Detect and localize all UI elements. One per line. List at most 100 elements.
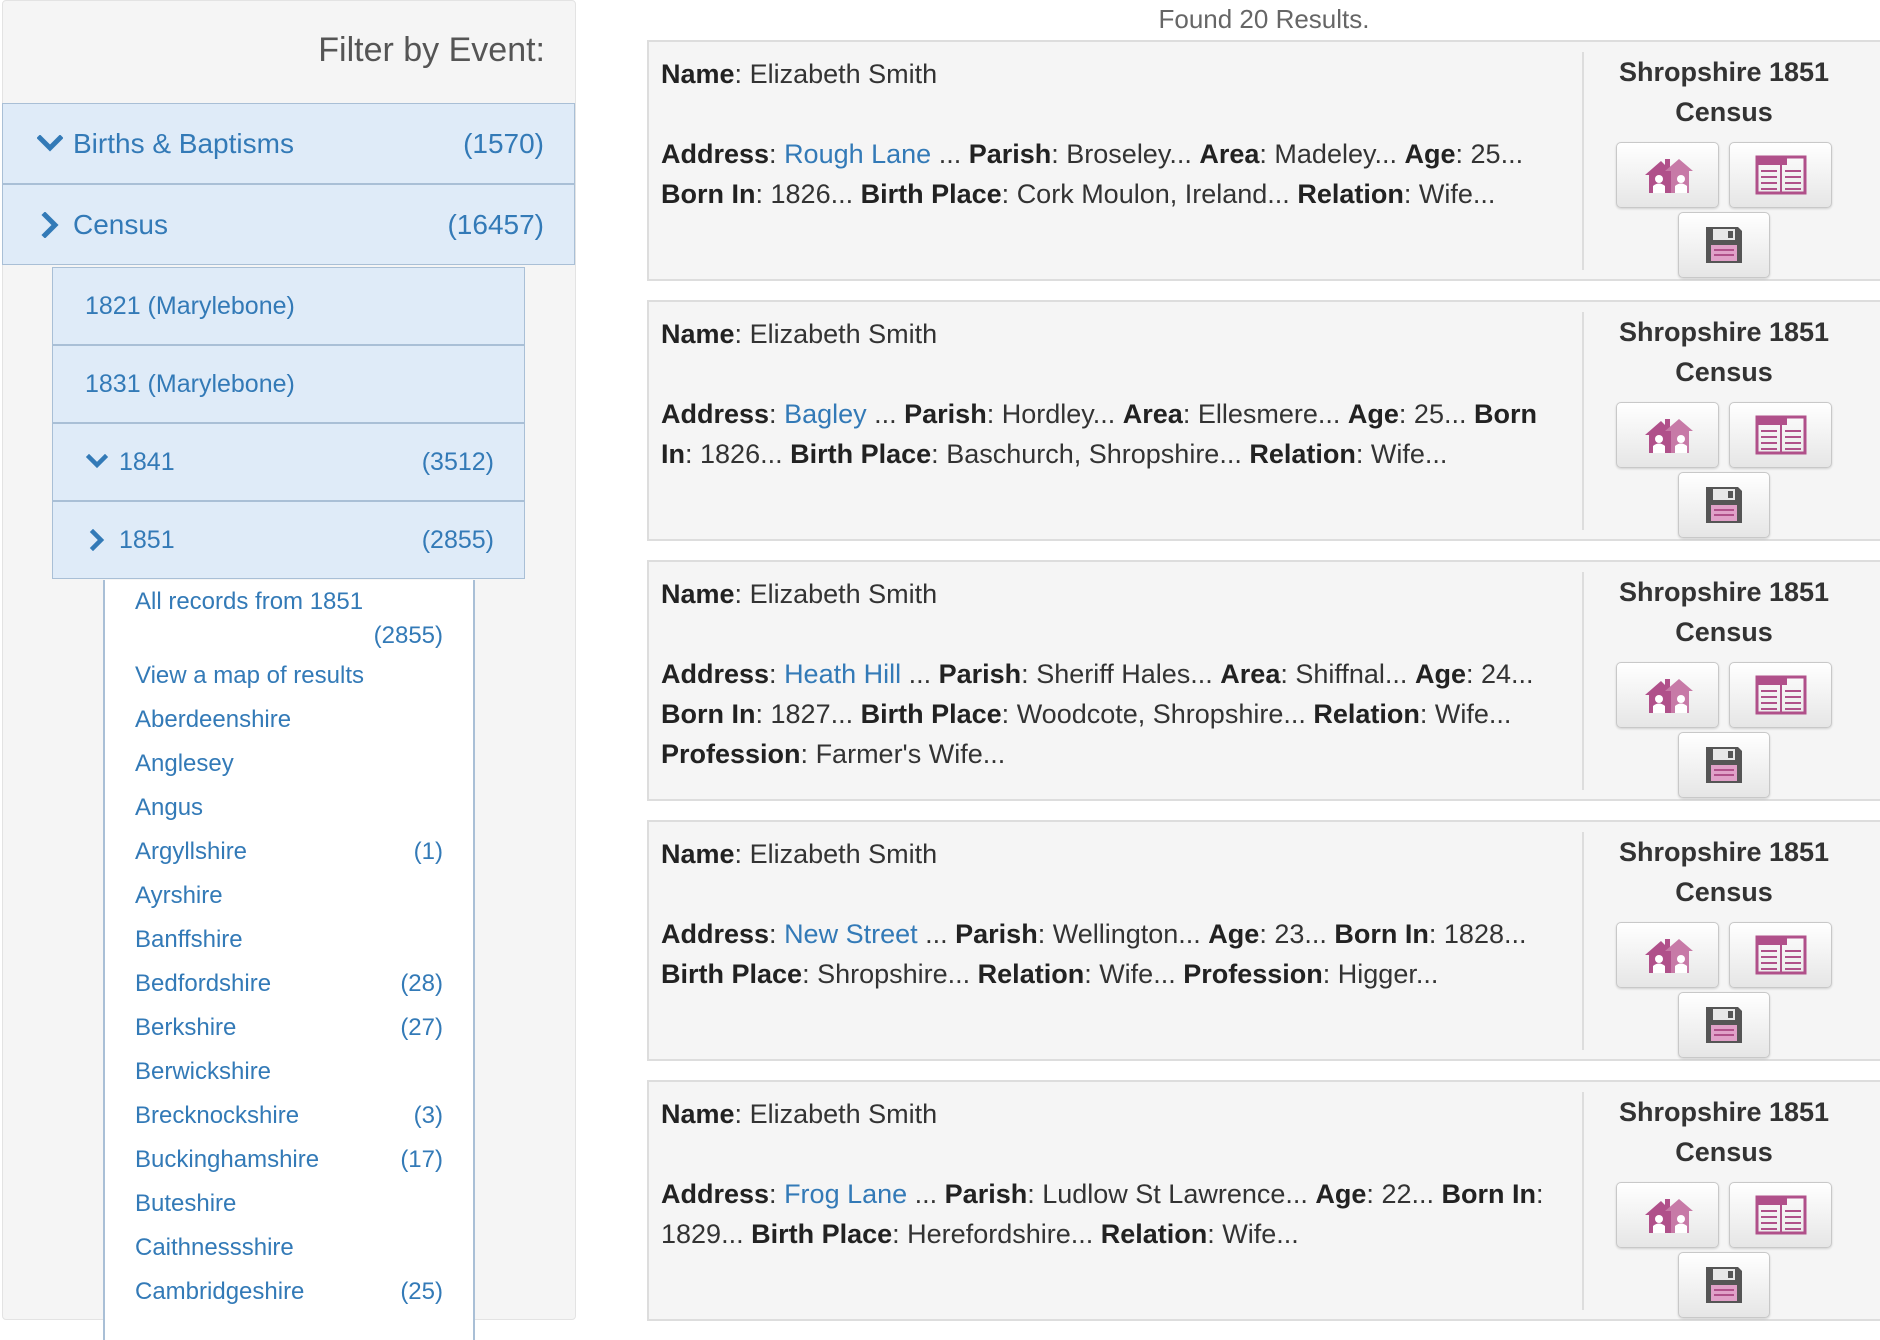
county-item[interactable]: Angus <box>105 786 473 830</box>
county-item[interactable]: Berkshire (27) <box>105 1006 473 1050</box>
view-household-button[interactable] <box>1616 922 1719 988</box>
county-item[interactable]: Ayrshire <box>105 874 473 918</box>
field-label: Relation <box>1100 1219 1208 1249</box>
census-1841[interactable]: 1841 (3512) <box>52 423 525 501</box>
field-value: Sheriff Hales... <box>1036 659 1213 689</box>
field-label: Address <box>661 659 770 689</box>
county-label: Aberdeenshire <box>135 706 292 733</box>
save-record-button[interactable] <box>1678 472 1770 538</box>
field-label: Parish <box>904 399 987 429</box>
census-label: 1821 (Marylebone) <box>85 291 295 320</box>
map-results-link[interactable]: View a map of results <box>105 654 473 698</box>
save-record-button[interactable] <box>1678 732 1770 798</box>
field-label: Born In <box>661 179 756 209</box>
county-item[interactable]: Caithnessshire <box>105 1226 473 1270</box>
county-label: Anglesey <box>135 750 234 777</box>
result-card: Name: Elizabeth Smith Address: New Stree… <box>647 820 1880 1061</box>
field-value: 25... <box>1470 139 1524 169</box>
save-icon <box>1706 747 1742 783</box>
census-1851[interactable]: 1851 (2855) <box>52 501 525 579</box>
record-source: Shropshire 1851 Census <box>1604 52 1844 278</box>
view-transcript-button[interactable] <box>1729 1182 1832 1248</box>
field-value: Shropshire... <box>817 959 971 989</box>
result-name: Elizabeth Smith <box>749 1099 938 1129</box>
source-title-line2: Census <box>1675 877 1773 907</box>
address-link[interactable]: Heath Hill <box>784 659 901 689</box>
county-item[interactable]: Brecknockshire (3) <box>105 1094 473 1138</box>
field-label: Birth Place <box>860 699 1002 729</box>
county-item[interactable]: Argyllshire (1) <box>105 830 473 874</box>
result-fields: Address: New Street ... Parish: Wellingt… <box>661 919 1527 989</box>
save-record-button[interactable] <box>1678 1252 1770 1318</box>
field-label: Parish <box>968 139 1052 169</box>
field-value: Cork Moulon, Ireland... <box>1016 179 1290 209</box>
transcript-icon <box>1755 935 1806 975</box>
view-household-button[interactable] <box>1616 1182 1719 1248</box>
address-link[interactable]: Bagley <box>784 399 867 429</box>
view-household-button[interactable] <box>1616 662 1719 728</box>
census-label: 1831 (Marylebone) <box>85 369 295 398</box>
census-1831[interactable]: 1831 (Marylebone) <box>52 345 525 423</box>
census-label: 1851 <box>119 525 175 554</box>
result-details: Name: Elizabeth Smith Address: Frog Lane… <box>661 1094 1561 1254</box>
field-value: 24... <box>1480 659 1534 689</box>
county-label: Argyllshire <box>135 838 248 865</box>
field-value: 25... <box>1413 399 1467 429</box>
census-1821[interactable]: 1821 (Marylebone) <box>52 267 525 345</box>
field-value: Farmer's Wife... <box>815 739 1006 769</box>
view-transcript-button[interactable] <box>1729 142 1832 208</box>
all-records-link[interactable]: All records from 1851 (2855) <box>105 588 473 650</box>
save-record-button[interactable] <box>1678 212 1770 278</box>
county-count: (27) <box>400 1014 443 1041</box>
county-item[interactable]: Buteshire <box>105 1182 473 1226</box>
view-transcript-button[interactable] <box>1729 662 1832 728</box>
field-value: Broseley... <box>1066 139 1192 169</box>
county-label: Brecknockshire <box>135 1102 300 1129</box>
county-item[interactable]: Buckinghamshire (17) <box>105 1138 473 1182</box>
filter-label: Births & Baptisms <box>73 127 294 159</box>
filter-births-baptisms[interactable]: Births & Baptisms (1570) <box>2 103 575 184</box>
field-value: Wife... <box>1099 959 1176 989</box>
field-label: Parish <box>955 919 1038 949</box>
county-item[interactable]: Anglesey <box>105 742 473 786</box>
county-item[interactable]: Aberdeenshire <box>105 698 473 742</box>
county-item[interactable]: Banffshire <box>105 918 473 962</box>
result-fields: Address: Bagley ... Parish: Hordley... A… <box>661 399 1537 469</box>
view-household-button[interactable] <box>1616 402 1719 468</box>
address-link[interactable]: Rough Lane <box>784 139 931 169</box>
field-value: Woodcote, Shropshire... <box>1016 699 1306 729</box>
view-transcript-button[interactable] <box>1729 402 1832 468</box>
county-item[interactable]: Berwickshire <box>105 1050 473 1094</box>
filter-census[interactable]: Census (16457) <box>2 184 575 265</box>
transcript-icon <box>1755 675 1806 715</box>
county-count: (25) <box>400 1278 443 1305</box>
county-count: (28) <box>400 970 443 997</box>
field-label: Address <box>661 919 770 949</box>
field-value: Baschurch, Shropshire... <box>946 439 1242 469</box>
result-details: Name: Elizabeth Smith Address: Rough Lan… <box>661 54 1561 214</box>
field-value: Wife... <box>1222 1219 1299 1249</box>
card-divider <box>1582 832 1584 1050</box>
county-item[interactable]: Bedfordshire (28) <box>105 962 473 1006</box>
county-label: Berwickshire <box>135 1058 272 1085</box>
transcript-icon <box>1755 155 1806 195</box>
all-records-label: All records from 1851 <box>135 588 364 615</box>
source-title-line1: Shropshire 1851 <box>1618 57 1830 87</box>
field-label: Age <box>1347 399 1399 429</box>
address-link[interactable]: New Street <box>784 919 918 949</box>
save-record-button[interactable] <box>1678 992 1770 1058</box>
field-value: Wellington... <box>1052 919 1201 949</box>
county-label: Berkshire <box>135 1014 237 1041</box>
field-label: Area <box>1220 659 1281 689</box>
result-name: Elizabeth Smith <box>749 839 938 869</box>
address-link[interactable]: Frog Lane <box>784 1179 907 1209</box>
view-household-button[interactable] <box>1616 142 1719 208</box>
source-title-line2: Census <box>1675 617 1773 647</box>
filter-count: (16457) <box>447 208 544 240</box>
county-item[interactable]: Cambridgeshire (25) <box>105 1270 473 1314</box>
county-label: Angus <box>135 794 204 821</box>
source-title-line1: Shropshire 1851 <box>1618 837 1830 867</box>
field-value: Wife... <box>1434 699 1512 729</box>
view-transcript-button[interactable] <box>1729 922 1832 988</box>
household-icon <box>1644 419 1693 453</box>
